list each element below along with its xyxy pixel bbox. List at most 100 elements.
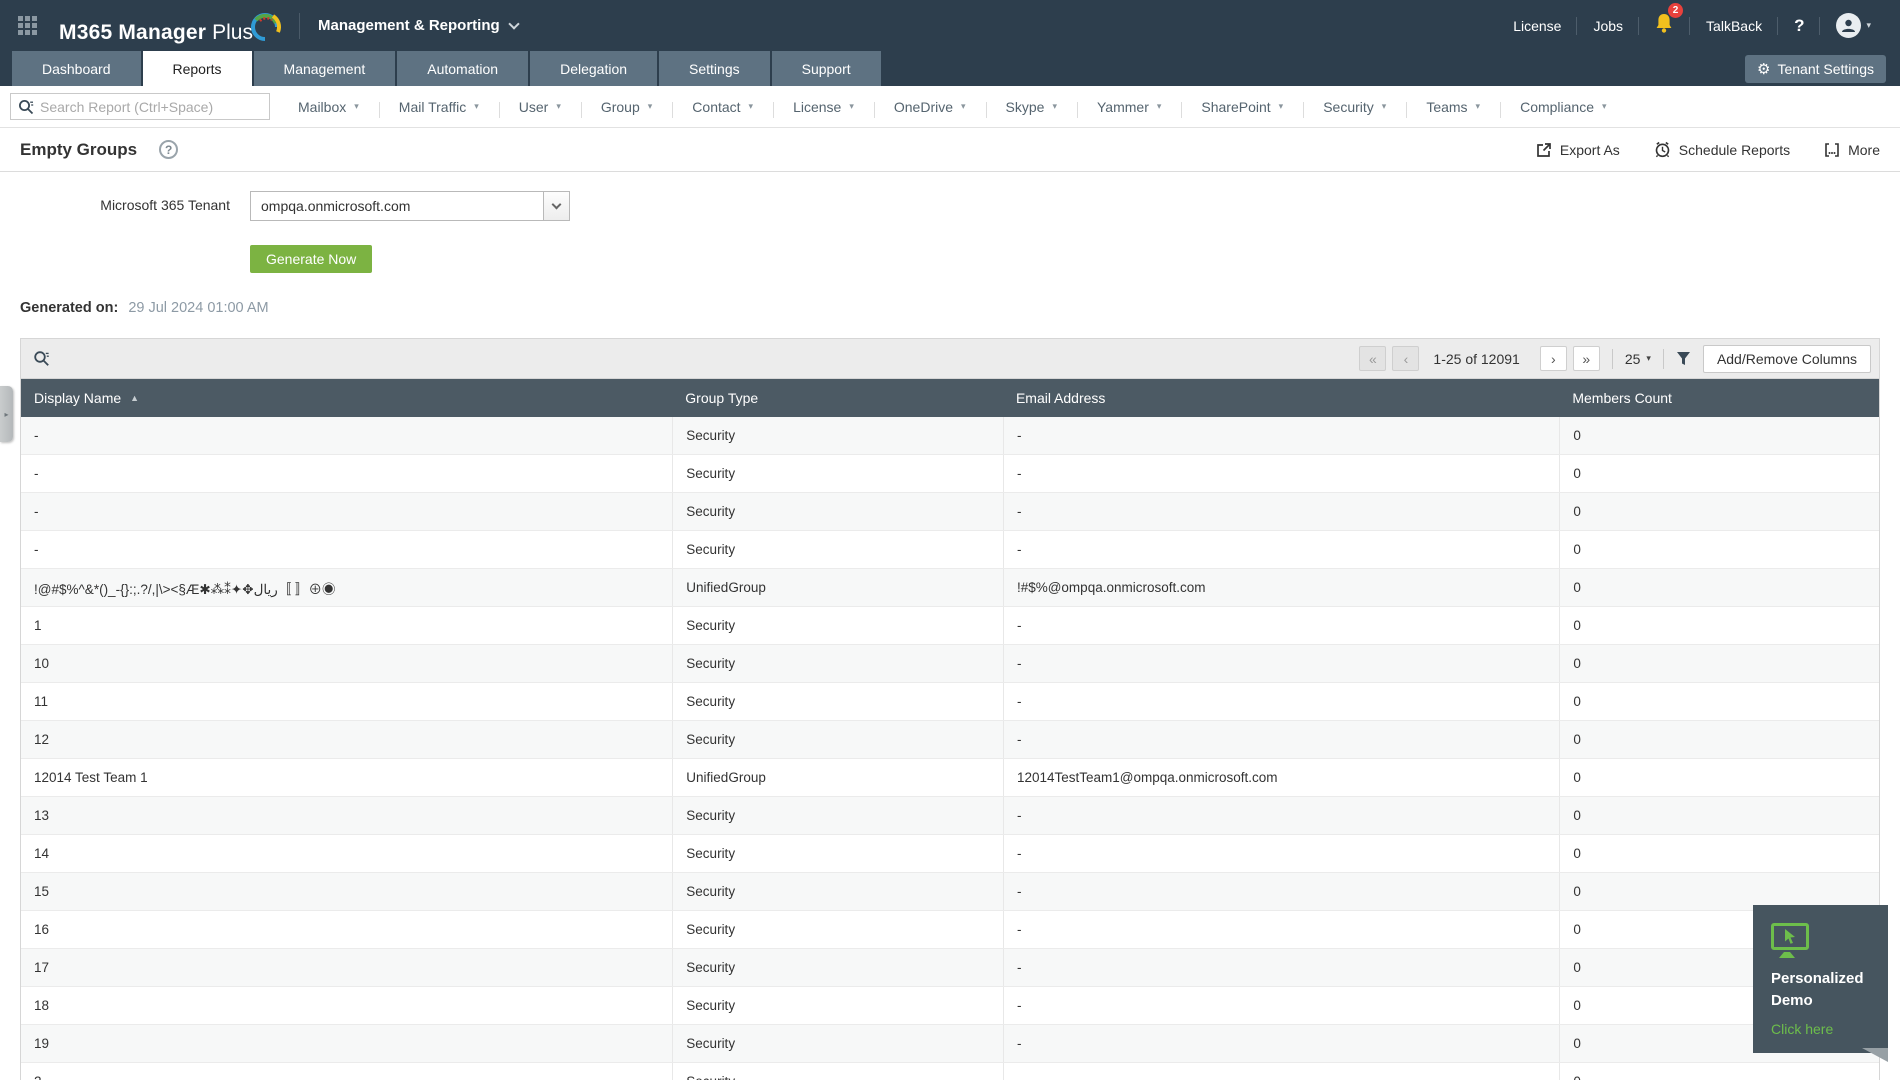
report-category-menu[interactable]: SharePoint ▾ (1181, 99, 1303, 118)
more-button[interactable]: More (1824, 142, 1880, 158)
generate-now-button[interactable]: Generate Now (250, 245, 373, 273)
cell-email-address: - (1002, 1025, 1559, 1062)
report-search-input[interactable] (40, 98, 269, 115)
filter-button[interactable] (1676, 351, 1691, 367)
cell-members-count: 0 (1559, 531, 1879, 568)
header-right: License Jobs 2 TalkBack ? ▾ (1497, 0, 1886, 51)
table-row[interactable]: 11 Security - 0 (21, 683, 1879, 721)
report-category-menu[interactable]: OneDrive ▾ (873, 99, 986, 118)
cell-members-count: 0 (1559, 455, 1879, 492)
license-link[interactable]: License (1497, 15, 1576, 37)
table-row[interactable]: 10 Security - 0 (21, 645, 1879, 683)
table-row[interactable]: 19 Security - 0 (21, 1025, 1879, 1063)
table-row[interactable]: - Security - 0 (21, 531, 1879, 569)
tab-dashboard[interactable]: Dashboard (12, 51, 141, 86)
tab-management[interactable]: Management (253, 51, 396, 86)
table-row[interactable]: 12 Security - 0 (21, 721, 1879, 759)
table-row[interactable]: 2 Security - 0 (21, 1063, 1879, 1080)
table-row[interactable]: - Security - 0 (21, 417, 1879, 455)
report-category-menu[interactable]: Mailbox ▾ (278, 99, 379, 115)
tenant-select[interactable]: ompqa.onmicrosoft.com (250, 191, 570, 221)
cell-group-type: UnifiedGroup (672, 569, 1003, 606)
export-as-button[interactable]: Export As (1536, 142, 1620, 158)
dropdown-arrow-icon[interactable] (543, 192, 569, 220)
table-row[interactable]: 14 Security - 0 (21, 835, 1879, 873)
tab-reports[interactable]: Reports (142, 51, 252, 86)
gear-icon: ⚙ (1757, 60, 1771, 78)
side-panel-toggle[interactable]: ▸ (0, 386, 13, 442)
report-category-menu[interactable]: Skype ▾ (985, 99, 1077, 118)
column-header-group-type[interactable]: Group Type (672, 390, 1003, 406)
page-size-select[interactable]: 25 ▾ (1625, 351, 1651, 367)
more-icon (1825, 142, 1839, 157)
tab-settings[interactable]: Settings (659, 51, 770, 86)
cell-display-name: 11 (34, 694, 49, 709)
first-page-button[interactable]: « (1359, 346, 1387, 371)
help-icon[interactable]: ? (159, 140, 179, 159)
cell-email-address: 12014TestTeam1@ompqa.onmicrosoft.com (1002, 759, 1559, 796)
schedule-reports-button[interactable]: Schedule Reports (1654, 141, 1790, 158)
personalized-demo-widget[interactable]: Personalized Demo Click here (1753, 905, 1888, 1053)
talkback-link[interactable]: TalkBack (1690, 15, 1777, 37)
table-row[interactable]: !@#$%^&*()_-{}:;.?/,|\><§Æ✱⁂⁑✦✥ريال〚 〛⊕◉… (21, 569, 1879, 607)
jobs-link[interactable]: Jobs (1577, 15, 1638, 37)
cell-members-count: 0 (1559, 721, 1879, 758)
prev-page-button[interactable]: ‹ (1392, 346, 1420, 371)
report-category-menu[interactable]: License ▾ (773, 99, 874, 118)
add-remove-columns-button[interactable]: Add/Remove Columns (1702, 344, 1871, 373)
cell-group-type: Security (672, 911, 1003, 948)
user-avatar-icon (1836, 13, 1862, 38)
chevron-down-icon: ▾ (1156, 101, 1162, 111)
report-category-menu[interactable]: Contact ▾ (672, 99, 773, 118)
app-launcher-icon[interactable] (18, 16, 37, 35)
chevron-right-icon: ▸ (4, 409, 9, 419)
cell-display-name: 19 (34, 1036, 50, 1051)
tab-delegation[interactable]: Delegation (530, 51, 658, 86)
cell-email-address: - (1002, 607, 1559, 644)
table-header-row: Display Name ▲ Group Type Email Address … (21, 379, 1879, 417)
notifications-button[interactable]: 2 (1639, 3, 1689, 39)
tab-automation[interactable]: Automation (397, 51, 529, 86)
table-body: - Security - 0 - Security - 0 - Security… (21, 417, 1879, 1080)
report-search[interactable] (10, 93, 270, 120)
report-category-menu[interactable]: Mail Traffic ▾ (378, 99, 499, 118)
table-row[interactable]: 1 Security - 0 (21, 607, 1879, 645)
chevron-down-icon: ▾ (849, 101, 854, 111)
report-category-menu[interactable]: Compliance ▾ (1500, 99, 1626, 118)
report-category-menu[interactable]: Yammer ▾ (1077, 99, 1181, 118)
chevron-down-icon: ▾ (1052, 101, 1057, 111)
notification-badge: 2 (1668, 3, 1684, 18)
cell-display-name: - (34, 504, 39, 519)
table-row[interactable]: 17 Security - 0 (21, 949, 1879, 987)
cell-display-name: 15 (34, 884, 50, 899)
report-category-menu[interactable]: Security ▾ (1303, 99, 1406, 118)
cell-group-type: Security (672, 835, 1003, 872)
user-menu[interactable]: ▾ (1820, 13, 1886, 38)
report-category-menu[interactable]: Teams ▾ (1406, 99, 1500, 118)
next-page-button[interactable]: › (1539, 346, 1567, 371)
tenant-settings-button[interactable]: ⚙ Tenant Settings (1745, 54, 1886, 83)
table-row[interactable]: 12014 Test Team 1 UnifiedGroup 12014Test… (21, 759, 1879, 797)
chevron-down-icon: ▾ (1646, 353, 1651, 363)
table-row[interactable]: - Security - 0 (21, 455, 1879, 493)
table-search-button[interactable] (33, 350, 50, 367)
table-toolbar: « ‹ 1-25 of 12091 › » 25 ▾ Add/Remove Co… (21, 339, 1879, 379)
table-row[interactable]: 13 Security - 0 (21, 797, 1879, 835)
report-category-menu[interactable]: User ▾ (498, 99, 581, 118)
column-header-display-name[interactable]: Display Name ▲ (21, 390, 672, 406)
column-header-members-count[interactable]: Members Count (1559, 390, 1879, 406)
context-switcher[interactable]: Management & Reporting (318, 17, 520, 34)
tab-support[interactable]: Support (771, 51, 881, 86)
table-row[interactable]: - Security - 0 (21, 493, 1879, 531)
table-row[interactable]: 15 Security - 0 (21, 873, 1879, 911)
report-category-menu[interactable]: Group ▾ (580, 99, 672, 118)
table-row[interactable]: 16 Security - 0 (21, 911, 1879, 949)
main-nav: Dashboard Reports Management Automation … (0, 51, 1900, 86)
help-button[interactable]: ? (1778, 15, 1819, 37)
last-page-button[interactable]: » (1572, 346, 1600, 371)
table-row[interactable]: 18 Security - 0 (21, 987, 1879, 1025)
header-divider (298, 12, 300, 39)
column-header-email-address[interactable]: Email Address (1003, 390, 1559, 406)
search-icon (19, 99, 34, 114)
demo-click-here-link[interactable]: Click here (1771, 1021, 1888, 1037)
